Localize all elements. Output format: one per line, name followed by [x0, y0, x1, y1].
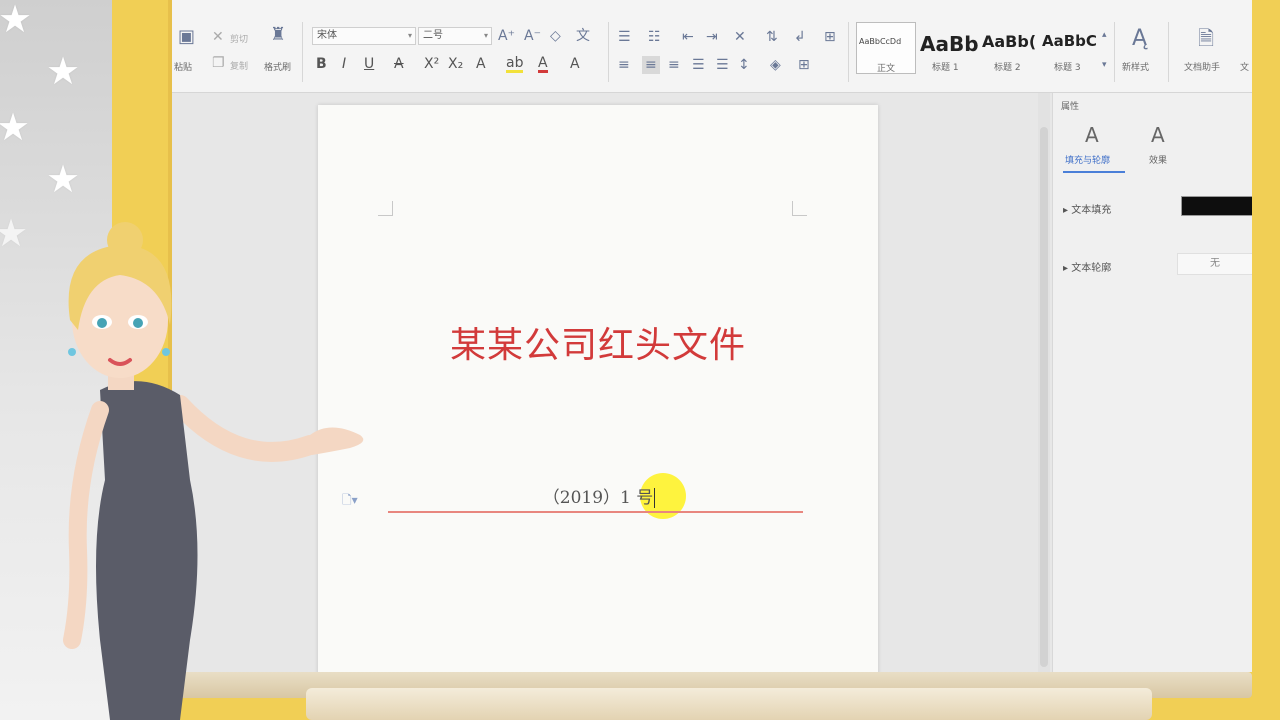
style-sample: AaBbCcDd	[859, 37, 902, 46]
align-left-icon[interactable]: ≡	[618, 58, 630, 72]
chevron-down-icon: ▾	[483, 31, 488, 40]
style-sample: AaBbC	[1042, 32, 1097, 50]
style-label: 标题 2	[994, 63, 1021, 73]
document-title[interactable]: 某某公司红头文件	[318, 316, 878, 368]
doc-helper-icon[interactable]: 🗎	[1198, 28, 1214, 48]
star-icon: ★	[0, 105, 31, 149]
paste-icon[interactable]: ▣	[178, 28, 195, 46]
strikethrough-button[interactable]: A	[394, 56, 404, 72]
tab-fill-outline[interactable]: 填充与轮廓	[1065, 153, 1110, 166]
highlight-button[interactable]: ab	[506, 56, 524, 73]
italic-button[interactable]: I	[342, 56, 346, 72]
paste-button[interactable]: 粘贴	[174, 60, 192, 73]
style-heading-2[interactable]: AaBb( 标题 2	[980, 22, 1040, 74]
chinese-layout-icon[interactable]: ✕	[734, 30, 746, 44]
margin-corner-top-left	[378, 201, 393, 216]
clear-format-icon[interactable]: ◇	[550, 29, 561, 43]
document-page[interactable]: 某某公司红头文件 （2019）1 号 🗋▾	[318, 105, 878, 672]
style-normal[interactable]: AaBbCcDd 正文	[856, 22, 916, 74]
new-style-icon[interactable]: Ą	[1132, 28, 1147, 50]
style-heading-1[interactable]: AaBb 标题 1	[918, 22, 979, 74]
active-tab-indicator	[1063, 171, 1125, 173]
borders-icon[interactable]: ⊞	[798, 58, 810, 72]
properties-panel: 属性 A 填充与轮廓 A 效果 ▸ 文本填充 ▸ 文本轮廓 无	[1052, 93, 1252, 672]
fill-outline-tab-icon[interactable]: A	[1085, 123, 1099, 147]
text-outline-text: 文本轮廓	[1071, 263, 1112, 274]
text-fill-text: 文本填充	[1071, 205, 1112, 216]
vertical-scrollbar[interactable]	[1038, 93, 1050, 672]
doc-helper-button[interactable]: 文档助手	[1184, 60, 1220, 73]
char-shading-button[interactable]: A	[570, 56, 580, 72]
presenter-character	[63, 222, 364, 720]
board-ledge	[306, 688, 1152, 720]
board-frame-right	[1252, 0, 1280, 720]
superscript-button[interactable]: X²	[424, 56, 439, 72]
text-effect-button[interactable]: A	[476, 56, 486, 72]
text-fill-label[interactable]: ▸ 文本填充	[1063, 201, 1111, 216]
margin-corner-top-right	[792, 201, 807, 216]
format-painter-button[interactable]: 格式刷	[264, 60, 291, 73]
more-tools-button[interactable]: 文	[1240, 60, 1249, 73]
style-sample: AaBb(	[982, 32, 1037, 51]
line-spacing-icon[interactable]: ↕	[738, 58, 750, 72]
table-icon[interactable]: ⊞	[824, 30, 836, 44]
text-outline-label[interactable]: ▸ 文本轮廓	[1063, 259, 1111, 274]
style-label: 正文	[877, 64, 896, 74]
style-heading-3[interactable]: AaBbC 标题 3	[1040, 22, 1102, 74]
text-cursor	[654, 488, 655, 508]
font-size-value: 二号	[423, 30, 443, 41]
panel-title: 属性	[1061, 102, 1080, 112]
toolbar-divider	[608, 22, 609, 82]
styles-scroll-down-icon[interactable]: ▾	[1102, 58, 1107, 72]
styles-scroll-up-icon[interactable]: ▴	[1102, 28, 1107, 42]
ribbon-toolbar: ▣ 粘贴 ✕ 剪切 ❐ 复制 ♜ 格式刷 宋体 ▾ 二号 ▾ A⁺ A⁻ ◇ 文…	[172, 0, 1252, 93]
star-icon: ★	[46, 49, 81, 93]
toolbar-divider	[1114, 22, 1115, 82]
show-marks-icon[interactable]: ↲	[794, 30, 806, 44]
star-icon: ★	[0, 0, 33, 41]
bold-button[interactable]: B	[316, 56, 327, 72]
sort-icon[interactable]: ⇅	[766, 30, 778, 44]
text-outline-select[interactable]: 无	[1177, 253, 1252, 275]
bullet-list-icon[interactable]: ☰	[618, 30, 631, 44]
font-name-value: 宋体	[317, 30, 337, 41]
pinyin-icon[interactable]: 文	[576, 29, 590, 43]
copy-button[interactable]: 复制	[230, 59, 248, 72]
justify-icon[interactable]: ☰	[692, 58, 705, 72]
numbered-list-icon[interactable]: ☷	[648, 30, 661, 44]
toolbar-divider	[848, 22, 849, 82]
new-style-button[interactable]: 新样式	[1122, 60, 1149, 73]
cut-icon[interactable]: ✕	[212, 30, 224, 44]
decrease-indent-icon[interactable]: ⇤	[682, 30, 694, 44]
tab-effects[interactable]: 效果	[1149, 153, 1167, 166]
grow-font-icon[interactable]: A⁺	[498, 29, 515, 43]
font-size-select[interactable]: 二号 ▾	[418, 27, 492, 45]
text-fill-color-swatch[interactable]	[1181, 196, 1252, 216]
subscript-button[interactable]: X₂	[448, 56, 463, 72]
toolbar-divider	[302, 22, 303, 82]
shading-icon[interactable]: ◈	[770, 58, 781, 72]
toolbar-divider	[1168, 22, 1169, 82]
font-color-button[interactable]: A	[538, 56, 548, 73]
style-label: 标题 3	[1054, 63, 1081, 73]
font-name-select[interactable]: 宋体 ▾	[312, 27, 416, 45]
effects-tab-icon[interactable]: A	[1151, 123, 1165, 147]
red-divider-line[interactable]	[388, 511, 803, 513]
format-painter-icon[interactable]: ♜	[270, 26, 286, 44]
copy-icon[interactable]: ❐	[212, 56, 225, 70]
distribute-icon[interactable]: ☰	[716, 58, 729, 72]
cut-button[interactable]: 剪切	[230, 32, 248, 45]
align-center-icon[interactable]: ≡	[642, 56, 660, 74]
chevron-down-icon: ▾	[407, 31, 412, 40]
style-sample: AaBb	[920, 32, 979, 56]
align-right-icon[interactable]: ≡	[668, 58, 680, 72]
scrollbar-thumb[interactable]	[1040, 127, 1048, 667]
underline-button[interactable]: U	[364, 56, 374, 72]
increase-indent-icon[interactable]: ⇥	[706, 30, 718, 44]
star-icon: ★	[0, 211, 29, 255]
style-label: 标题 1	[932, 63, 959, 73]
shrink-font-icon[interactable]: A⁻	[524, 29, 541, 43]
star-icon: ★	[46, 157, 81, 201]
document-number[interactable]: （2019）1 号	[318, 483, 878, 508]
